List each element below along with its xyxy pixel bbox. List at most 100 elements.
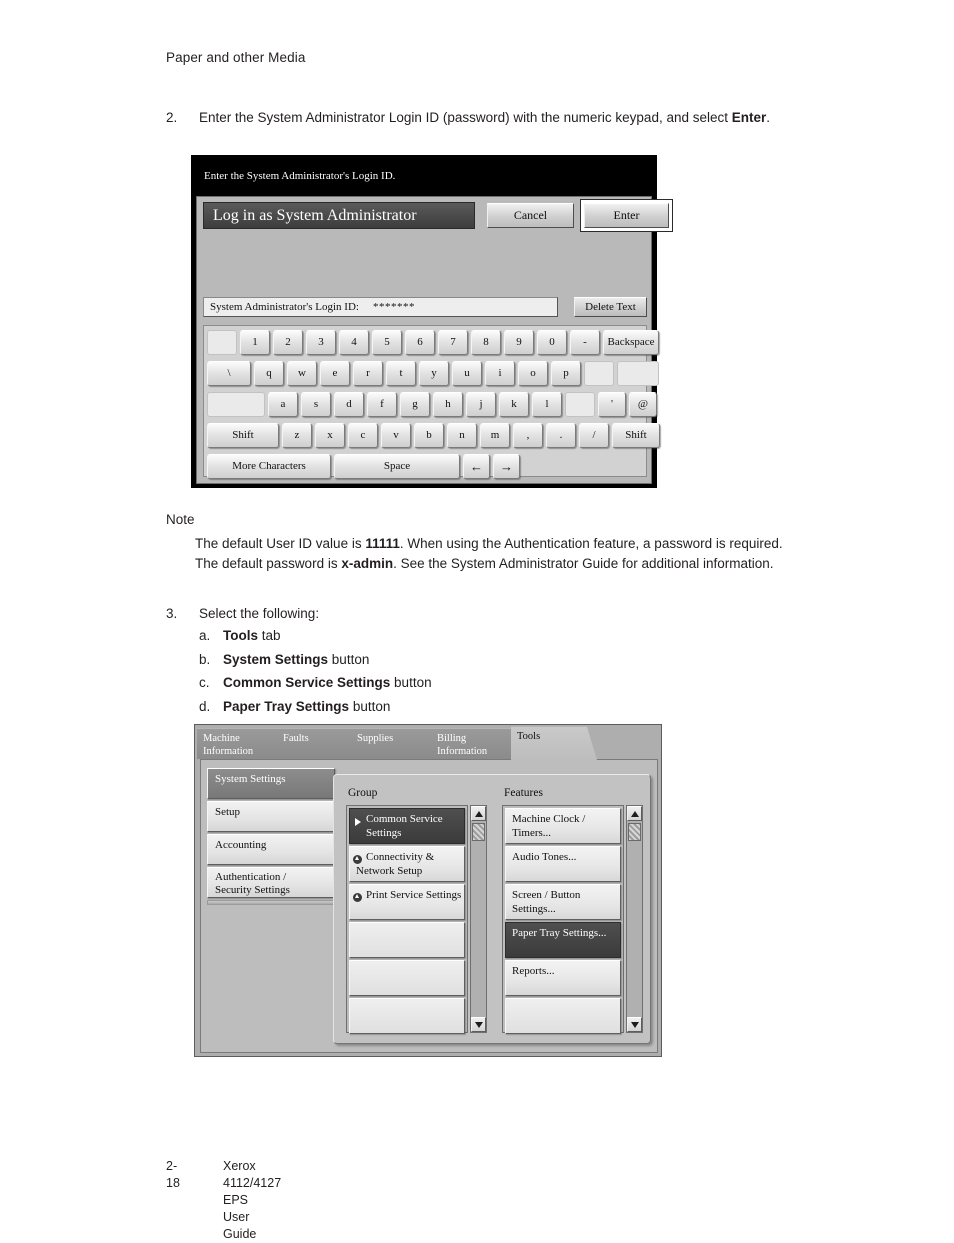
key-5[interactable]: 5	[372, 330, 402, 355]
group-item-label	[350, 999, 464, 1003]
group-scroll-thumb[interactable]	[472, 823, 485, 841]
key-d[interactable]: d	[334, 392, 364, 417]
sidebar-item-system-settings[interactable]: System Settings	[207, 768, 335, 799]
key-[interactable]: '	[598, 392, 626, 417]
key-7[interactable]: 7	[438, 330, 468, 355]
key-w[interactable]: w	[287, 361, 317, 386]
key-u[interactable]: u	[452, 361, 482, 386]
tab-machine[interactable]: Machine Information	[197, 728, 289, 759]
sidebar-item-label: System Settings	[215, 773, 286, 785]
tools-screen-figure: Machine Information Faults Supplies Billing I…	[194, 724, 662, 1057]
features-scrollbar[interactable]	[626, 805, 643, 1033]
key-[interactable]: \	[207, 361, 251, 386]
key-0[interactable]: 0	[537, 330, 567, 355]
key-6[interactable]: 6	[405, 330, 435, 355]
key-shift[interactable]: Shift	[207, 423, 279, 448]
key-i[interactable]: i	[485, 361, 515, 386]
key-a[interactable]: a	[268, 392, 298, 417]
login-id-input[interactable]: System Administrator's Login ID: *******	[203, 297, 558, 317]
key-f[interactable]: f	[367, 392, 397, 417]
key-n[interactable]: n	[447, 423, 477, 448]
collapsed-group-icon	[353, 855, 362, 864]
feature-item-label: Audio Tones...	[512, 851, 577, 863]
key-[interactable]: /	[579, 423, 609, 448]
feature-item-label	[506, 999, 620, 1003]
feature-item-machine-clock[interactable]: Machine Clock / Timers...	[505, 808, 621, 844]
footer-page-number: 2-18	[166, 1159, 180, 1190]
tab-faults[interactable]: Faults	[277, 728, 363, 759]
sublist-label: Common Service Settings button	[223, 675, 432, 690]
key-more-characters[interactable]: More Characters	[207, 454, 331, 479]
key-r[interactable]: r	[353, 361, 383, 386]
key-l[interactable]: l	[532, 392, 562, 417]
key-2[interactable]: 2	[273, 330, 303, 355]
onscreen-keyboard[interactable]: 1 2 3 4 5 6 7 8 9 0- Backspace \ q w e r t y u i o p a s d f g h j k l…	[203, 325, 660, 479]
key-p[interactable]: p	[551, 361, 581, 386]
group-scroll-up-icon[interactable]	[471, 806, 486, 821]
key-t[interactable]: t	[386, 361, 416, 386]
group-item-print-service-settings[interactable]: Print Service Settings	[349, 884, 465, 920]
key-y[interactable]: y	[419, 361, 449, 386]
system-settings-sidebar: System Settings Setup Accounting Authentica…	[207, 768, 335, 905]
key-1[interactable]: 1	[240, 330, 270, 355]
step-3: 3. Select the following:	[166, 604, 666, 624]
features-list[interactable]: Machine Clock / Timers... Audio Tones... Sc…	[502, 805, 624, 1034]
keyboard-row-4: Shift z x c v b n m,. / Shift	[207, 423, 660, 451]
key-blank	[584, 361, 614, 386]
key-3[interactable]: 3	[306, 330, 336, 355]
feature-item-screen-button[interactable]: Screen / Button Settings...	[505, 884, 621, 920]
footer-title: Xerox 4112/4127 EPS User Guide	[223, 1158, 281, 1243]
features-scroll-up-icon[interactable]	[627, 806, 642, 821]
login-id-field-row: System Administrator's Login ID: ******* …	[203, 297, 647, 317]
key-9[interactable]: 9	[504, 330, 534, 355]
arrow-right-icon[interactable]: →	[493, 454, 520, 479]
key-m[interactable]: m	[480, 423, 510, 448]
feature-item-reports[interactable]: Reports...	[505, 960, 621, 996]
key-c[interactable]: c	[348, 423, 378, 448]
key-h[interactable]: h	[433, 392, 463, 417]
tab-billing[interactable]: Billing Information	[431, 728, 523, 759]
key-j[interactable]: j	[466, 392, 496, 417]
key-shift[interactable]: Shift	[612, 423, 660, 448]
delete-text-button[interactable]: Delete Text	[574, 297, 647, 317]
enter-button[interactable]: Enter	[584, 203, 669, 228]
key-e[interactable]: e	[320, 361, 350, 386]
key-z[interactable]: z	[282, 423, 312, 448]
key-s[interactable]: s	[301, 392, 331, 417]
key-k[interactable]: k	[499, 392, 529, 417]
group-list[interactable]: Common Service Settings Connectivity & Netw…	[346, 805, 468, 1034]
key-[interactable]: @	[629, 392, 657, 417]
tab-tools[interactable]: Tools	[511, 726, 597, 760]
feature-item-audio-tones[interactable]: Audio Tones...	[505, 846, 621, 882]
feature-item-paper-tray-settings[interactable]: Paper Tray Settings...	[505, 922, 621, 958]
step-3-text: Select the following:	[199, 606, 320, 621]
login-dialog-titlebar: Log in as System Administrator Cancel En…	[203, 202, 669, 229]
sidebar-item-accounting[interactable]: Accounting	[207, 834, 335, 865]
key-[interactable]: .	[546, 423, 576, 448]
key-b[interactable]: b	[414, 423, 444, 448]
group-item-connectivity[interactable]: Connectivity & Network Setup	[349, 846, 465, 882]
cancel-button[interactable]: Cancel	[487, 203, 574, 228]
feature-item-label-line-2: Timers...	[512, 826, 552, 839]
key-[interactable]: -	[570, 330, 600, 355]
features-scroll-thumb[interactable]	[628, 823, 641, 841]
group-scrollbar[interactable]	[470, 805, 487, 1033]
arrow-left-icon[interactable]: ←	[463, 454, 490, 479]
key-q[interactable]: q	[254, 361, 284, 386]
key-4[interactable]: 4	[339, 330, 369, 355]
sidebar-item-authentication[interactable]: Authentication / Security Settings	[207, 867, 335, 898]
key-space[interactable]: Space	[334, 454, 460, 479]
tab-supplies[interactable]: Supplies	[351, 728, 443, 759]
key-o[interactable]: o	[518, 361, 548, 386]
key-v[interactable]: v	[381, 423, 411, 448]
sidebar-item-setup[interactable]: Setup	[207, 801, 335, 832]
key-x[interactable]: x	[315, 423, 345, 448]
key-g[interactable]: g	[400, 392, 430, 417]
step-2-number: 2.	[166, 110, 178, 125]
key-backspace[interactable]: Backspace	[603, 330, 659, 355]
key-[interactable]: ,	[513, 423, 543, 448]
key-8[interactable]: 8	[471, 330, 501, 355]
group-item-common-service[interactable]: Common Service Settings	[349, 808, 465, 844]
features-scroll-down-icon[interactable]	[627, 1017, 642, 1032]
group-scroll-down-icon[interactable]	[471, 1017, 486, 1032]
